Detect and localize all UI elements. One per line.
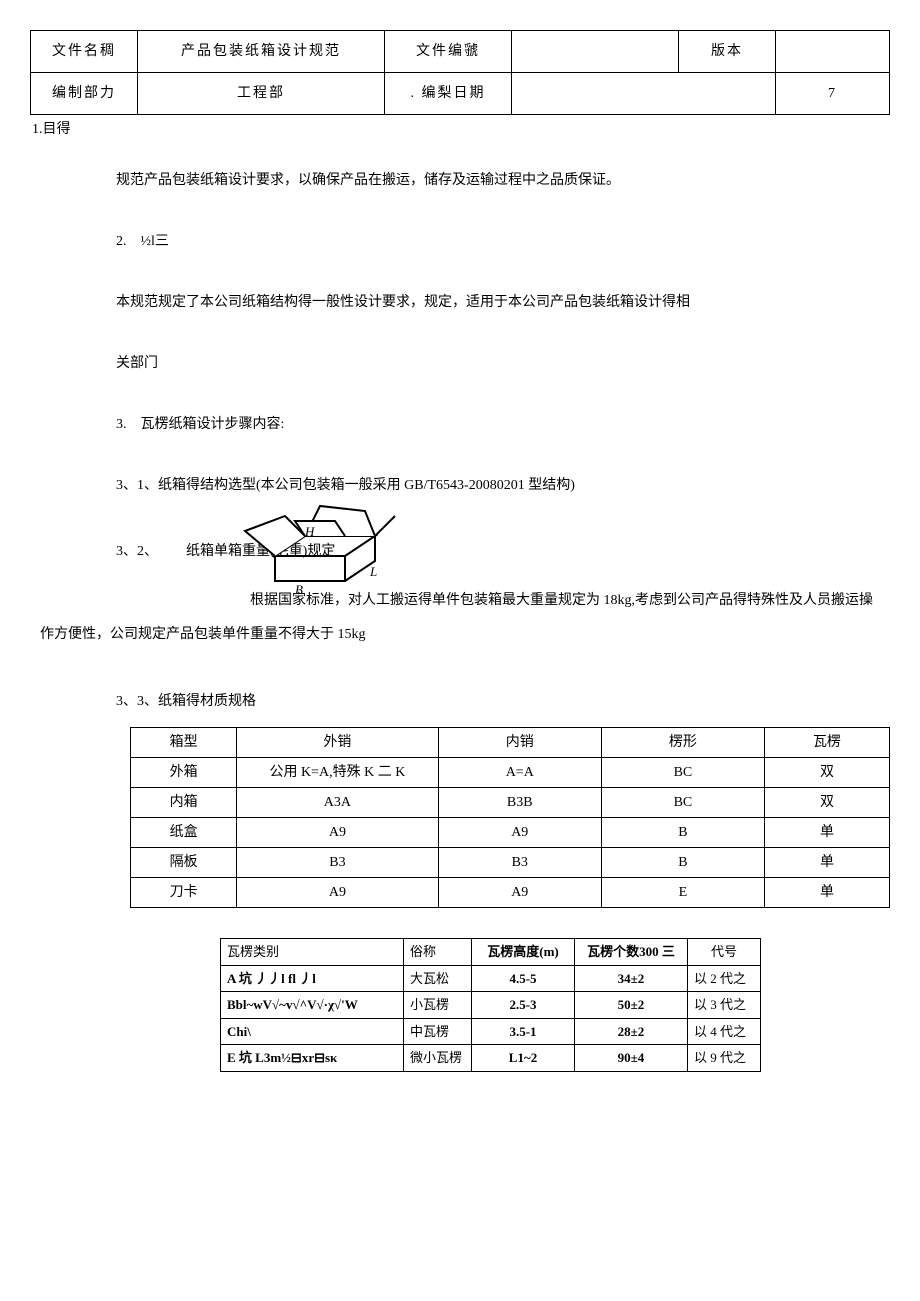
section-2-heading: 2. ½l三: [116, 231, 890, 252]
table-row: 隔板B3B3B单: [131, 848, 890, 878]
hdr-version-label: 版本: [679, 31, 776, 73]
diagram-label-b: B: [295, 582, 303, 596]
header-table: 文件名稠 产品包装纸箱设计规范 文件编虢 版本 编制部力 工程部 . 编梨日期 …: [30, 30, 890, 115]
table-row: A 坑 丿丿l fl 丿l大瓦松4.5-534±2以 2 代之: [221, 965, 761, 992]
box-diagram: H B L: [235, 476, 405, 596]
fl-h-2: 瓦楞高度(m): [472, 939, 575, 966]
table-row: Chi\中瓦楞3.5-128±2以 4 代之: [221, 1018, 761, 1045]
section-3-heading: 3. 瓦楞纸箱设计步骤内容:: [116, 414, 890, 435]
mat-h-3: 楞形: [601, 728, 764, 758]
hdr-page: 7: [776, 73, 890, 115]
material-table: 箱型 外销 内销 楞形 瓦楞 外箱公用 K=A,特殊 K 二 KA=ABC双 内…: [130, 727, 890, 908]
section-3-3-heading: 3、3、纸箱得材质规格: [116, 691, 890, 712]
table-row: Bbl~wV√~v√^V√·χ√'W小瓦楞2.5-350±2以 3 代之: [221, 992, 761, 1019]
diagram-label-h: H: [304, 524, 315, 539]
section-1-heading: 1.目得: [32, 119, 890, 140]
table-row: 纸盒A9A9B单: [131, 818, 890, 848]
hdr-dept-label: 编制部力: [31, 73, 138, 115]
hdr-file-name: 产品包装纸箱设计规范: [138, 31, 385, 73]
mat-h-2: 内销: [438, 728, 601, 758]
fl-h-3: 瓦楞个数300 三: [575, 939, 688, 966]
hdr-doc-no: [512, 31, 679, 73]
diagram-label-l: L: [369, 564, 377, 579]
flute-table: 瓦楞类别 俗称 瓦楞高度(m) 瓦楞个数300 三 代号 A 坑 丿丿l fl …: [220, 938, 761, 1072]
hdr-version: [776, 31, 890, 73]
section-1-body: 规范产品包装纸箱设计要求，以确保产品在搬运，储存及运输过程中之品质保证。: [116, 170, 890, 191]
table-row: 刀卡A9A9E单: [131, 878, 890, 908]
hdr-date-label: . 编梨日期: [385, 73, 512, 115]
mat-h-4: 瓦楞: [764, 728, 889, 758]
mat-h-1: 外销: [237, 728, 438, 758]
hdr-dept: 工程部: [138, 73, 385, 115]
fl-h-0: 瓦楞类别: [221, 939, 404, 966]
fl-h-4: 代号: [688, 939, 761, 966]
fl-h-1: 俗称: [404, 939, 472, 966]
hdr-file-name-label: 文件名稠: [31, 31, 138, 73]
section-2-body-1: 本规范规定了本公司纸箱结构得一般性设计要求，规定，适用于本公司产品包装纸箱设计得…: [116, 292, 890, 313]
hdr-doc-no-label: 文件编虢: [385, 31, 512, 73]
hdr-date: [512, 73, 776, 115]
section-3-1-heading: 3、1、纸箱得结构选型(本公司包装箱一般采用 GB/T6543-20080201…: [116, 475, 880, 496]
section-2-body-2: 关部门: [116, 353, 890, 374]
section-3-2-body: 根据国家标准，对人工搬运得单件包装箱最大重量规定为 18kg,考虑到公司产品得特…: [40, 584, 880, 651]
mat-h-0: 箱型: [131, 728, 237, 758]
table-row: 内箱A3AB3BBC双: [131, 788, 890, 818]
table-row: E 坑 L3m½⊟xr⊟sκ微小瓦楞L1~290±4以 9 代之: [221, 1045, 761, 1072]
table-row: 外箱公用 K=A,特殊 K 二 KA=ABC双: [131, 758, 890, 788]
